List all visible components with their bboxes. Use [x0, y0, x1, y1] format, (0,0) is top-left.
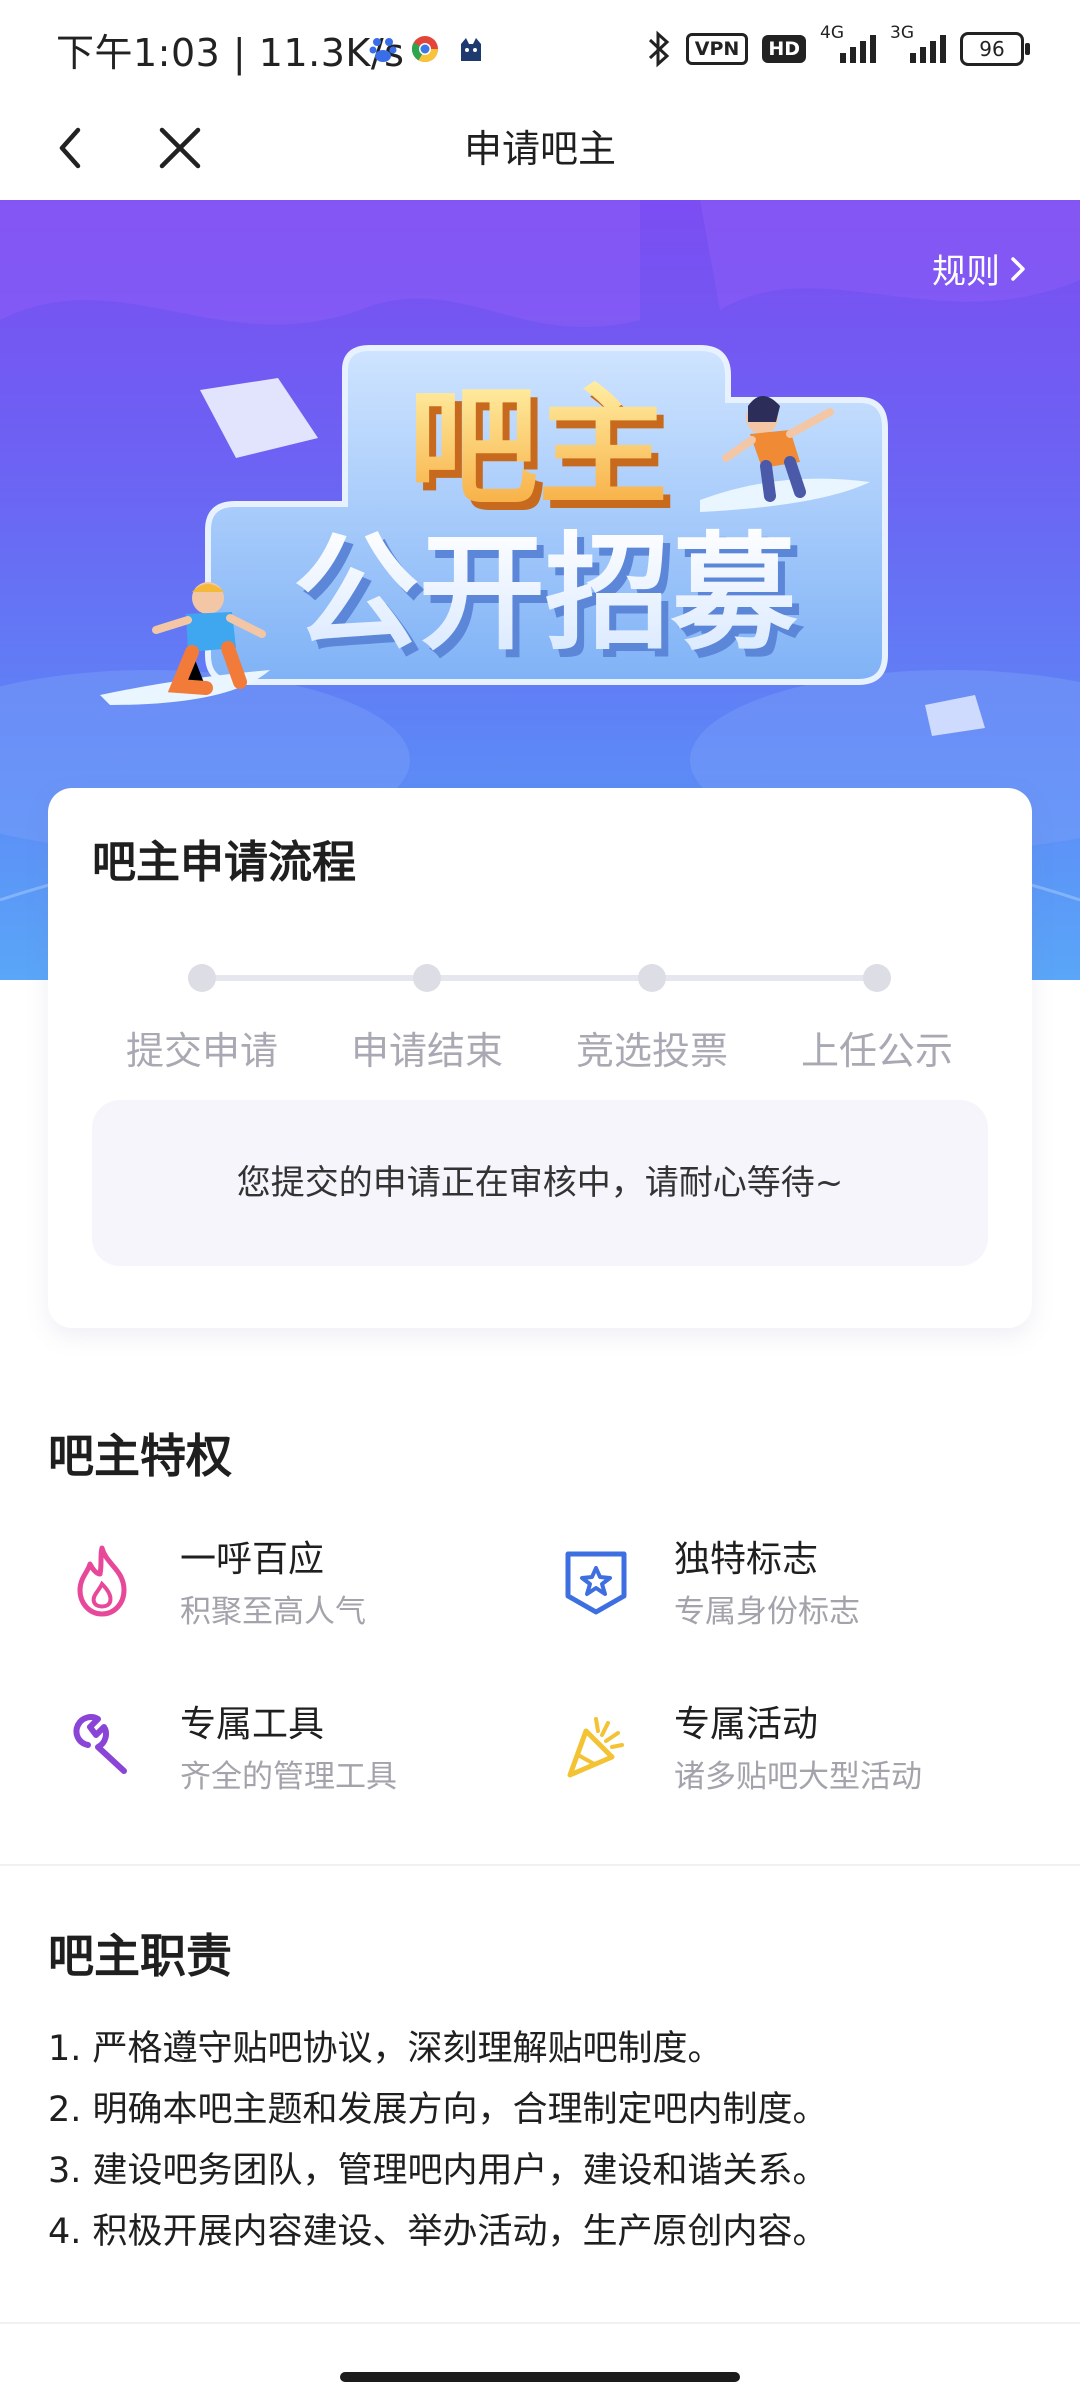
- chrome-icon: [411, 36, 439, 63]
- rules-link[interactable]: 规则: [932, 244, 1028, 293]
- privilege-desc: 齐全的管理工具: [180, 1759, 397, 1795]
- cat-app-icon: [461, 38, 481, 61]
- privilege-item-popularity: 一呼百应 积聚至高人气: [48, 1530, 508, 1650]
- baidu-icon: [369, 38, 397, 62]
- wrench-icon: [73, 1714, 127, 1774]
- privileges-title: 吧主特权: [48, 1429, 232, 1483]
- privilege-title: 专属工具: [180, 1704, 325, 1745]
- bluetooth-icon: [648, 30, 670, 68]
- status-bar: 下午1:03 | 11.3K/s VPN HD 4G 3G 96: [0, 0, 1080, 96]
- privilege-item-activities: 专属活动 诸多贴吧大型活动: [542, 1695, 1002, 1815]
- duty-item: 3. 建设吧务团队，管理吧内用户，建设和谐关系。: [48, 2151, 828, 2191]
- page-title: 申请吧主: [463, 127, 616, 171]
- flame-icon: [77, 1545, 127, 1617]
- section-divider: [0, 1864, 1080, 1866]
- status-time-speed: 下午1:03 | 11.3K/s: [56, 31, 405, 75]
- step-label-end: 申请结束: [350, 1029, 503, 1073]
- process-title: 吧主申请流程: [92, 837, 356, 888]
- party-popper-icon: [567, 1717, 624, 1778]
- privilege-desc: 专属身份标志: [674, 1594, 860, 1630]
- duty-item: 2. 明确本吧主题和发展方向，合理制定吧内制度。: [48, 2090, 828, 2130]
- review-status-notice: 您提交的申请正在审核中，请耐心等待~: [92, 1100, 988, 1266]
- step-label-vote: 竞选投票: [575, 1029, 728, 1073]
- step-dot-3: [638, 964, 666, 992]
- duties-title: 吧主职责: [48, 1929, 232, 1983]
- star-badge-icon: [565, 1551, 627, 1615]
- step-label-submit: 提交申请: [125, 1029, 278, 1073]
- battery-indicator: 96: [960, 32, 1030, 66]
- signal-4g: 4G: [820, 23, 876, 63]
- hd-indicator: HD: [762, 35, 806, 63]
- step-label-announce: 上任公示: [800, 1029, 953, 1073]
- privilege-title: 独特标志: [674, 1539, 819, 1580]
- bottom-divider: [0, 2322, 1080, 2324]
- application-process-card: 吧主申请流程 提交申请 申请结束 竞选投票 上任公示 您提交的申请正在审核中，请…: [48, 788, 1032, 1328]
- privilege-item-badge: 独特标志 专属身份标志: [542, 1530, 1002, 1650]
- rules-label: 规则: [932, 252, 1000, 292]
- privilege-title: 专属活动: [674, 1704, 819, 1745]
- banner-headline-line2: 公开招募: [293, 520, 798, 667]
- duty-item: 1. 严格遵守贴吧协议，深刻理解贴吧制度。: [48, 2029, 723, 2069]
- nav-bar: 申请吧主: [0, 96, 1080, 200]
- step-dot-4: [863, 964, 891, 992]
- privilege-title: 一呼百应: [180, 1539, 325, 1580]
- signal-3g: 3G: [890, 23, 946, 63]
- privilege-item-tools: 专属工具 齐全的管理工具: [48, 1695, 508, 1815]
- vpn-indicator: VPN: [685, 33, 749, 65]
- privilege-desc: 诸多贴吧大型活动: [674, 1759, 922, 1795]
- progress-track: [202, 975, 878, 981]
- step-dot-2: [413, 964, 441, 992]
- duty-item: 4. 积极开展内容建设、举办活动，生产原创内容。: [48, 2212, 828, 2252]
- home-indicator[interactable]: [340, 2372, 740, 2382]
- banner-headline-line1: 吧主: [408, 371, 668, 523]
- privilege-desc: 积聚至高人气: [180, 1594, 366, 1630]
- step-dot-1: [188, 964, 216, 992]
- chevron-right-icon: [1011, 256, 1025, 281]
- status-indicators: VPN HD 4G 3G 96: [646, 23, 1030, 72]
